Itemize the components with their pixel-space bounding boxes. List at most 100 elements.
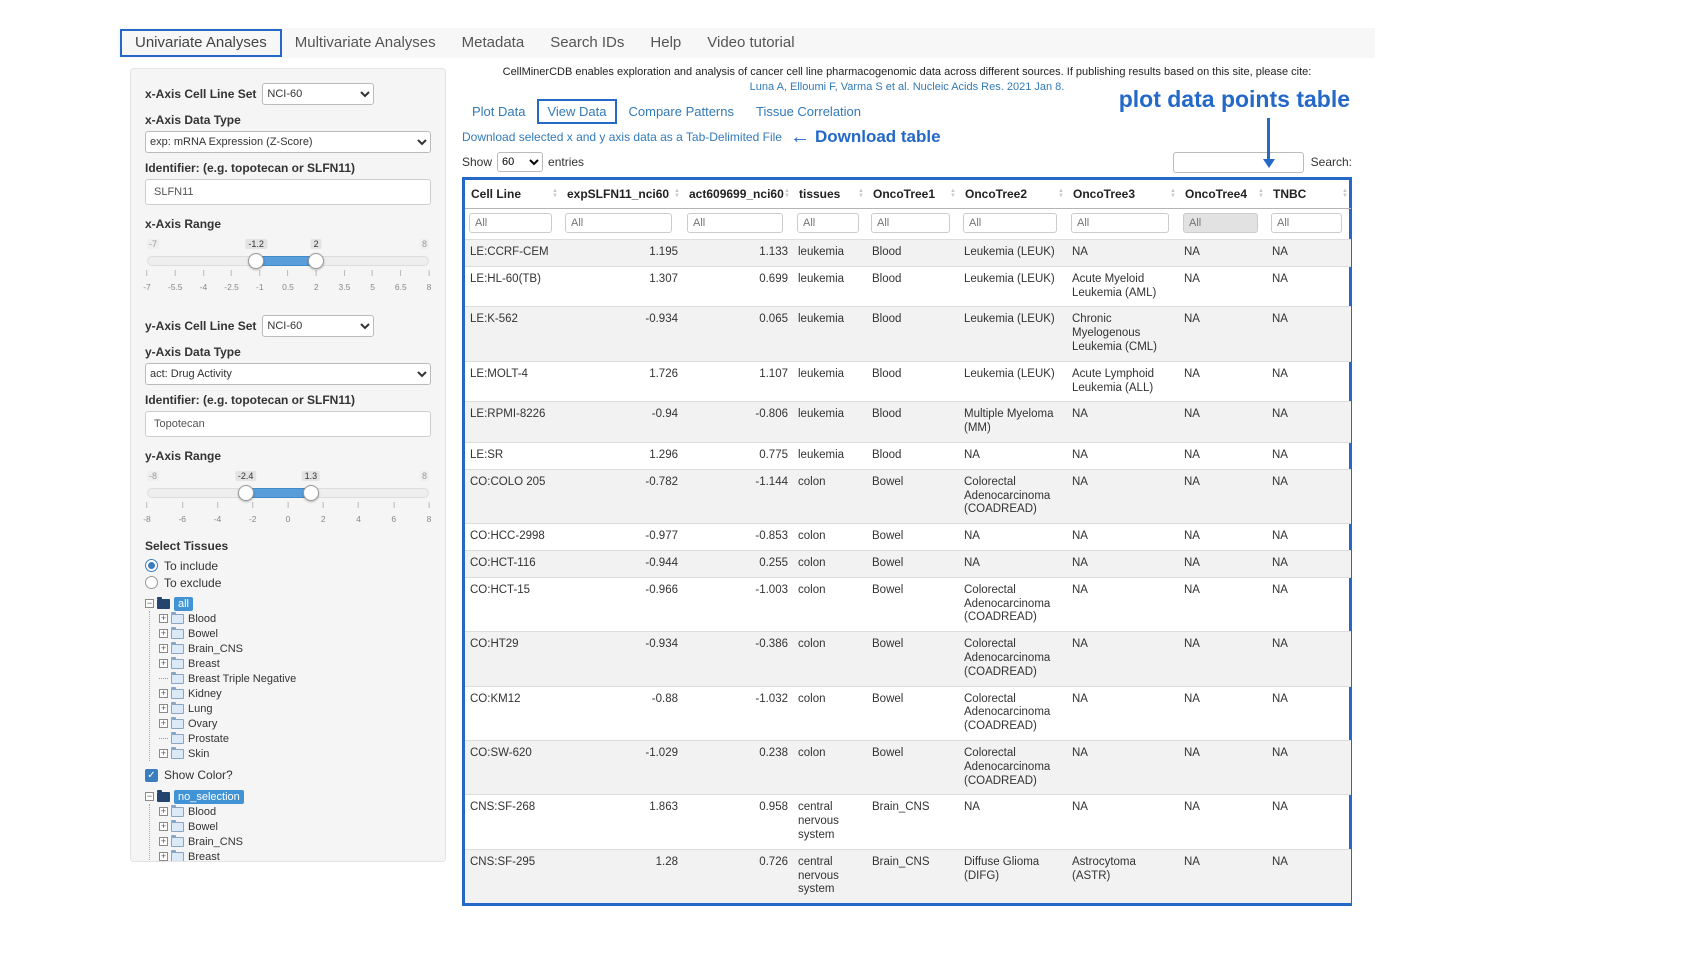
tissue-radio-to-exclude[interactable]: To exclude [145, 574, 431, 591]
x-slider-handle-from[interactable] [248, 253, 264, 269]
show-color-checkbox[interactable] [145, 769, 158, 782]
tree-item-prostate[interactable]: Prostate [159, 731, 431, 746]
column-header-oncotree4[interactable]: OncoTree4▲▼ [1179, 180, 1267, 209]
column-filter-cell-line[interactable] [469, 213, 552, 233]
sort-icon[interactable]: ▲▼ [1170, 189, 1176, 199]
nav-tab-univariate-analyses[interactable]: Univariate Analyses [120, 29, 282, 57]
expand-icon[interactable]: + [159, 822, 168, 831]
x-cell-line-set-select[interactable]: NCI-60 [262, 83, 374, 105]
y-slider-bar[interactable] [246, 488, 311, 498]
column-filter-expslfn11-nci60[interactable] [565, 213, 672, 233]
tree-item-breast-triple-negative[interactable]: Breast Triple Negative [159, 671, 431, 686]
expand-icon[interactable]: + [159, 749, 168, 758]
tab-compare-patterns[interactable]: Compare Patterns [619, 101, 745, 122]
cell: leukemia [793, 240, 867, 267]
expand-icon[interactable]: + [159, 689, 168, 698]
tree-item-brain-cns[interactable]: +Brain_CNS [159, 641, 431, 656]
tab-plot-data[interactable]: Plot Data [462, 101, 535, 122]
expand-icon[interactable]: + [159, 644, 168, 653]
expand-icon[interactable]: + [159, 852, 168, 861]
cell: NA [1067, 524, 1179, 551]
collapse-icon[interactable]: − [145, 792, 154, 801]
tree-item-skin[interactable]: +Skin [159, 746, 431, 761]
cell: Brain_CNS [867, 795, 959, 849]
sort-icon[interactable]: ▲▼ [1258, 189, 1264, 199]
sort-icon[interactable]: ▲▼ [552, 189, 558, 199]
y-data-type-select[interactable]: act: Drug Activity [145, 363, 431, 385]
cell: -0.853 [683, 524, 793, 551]
x-data-type-select[interactable]: exp: mRNA Expression (Z-Score) [145, 131, 431, 153]
tree-item-blood[interactable]: +Blood [159, 804, 431, 819]
cell: leukemia [793, 266, 867, 307]
download-link[interactable]: Download selected x and y axis data as a… [462, 130, 782, 144]
expand-icon[interactable]: + [159, 629, 168, 638]
sort-icon[interactable]: ▲▼ [1058, 189, 1064, 199]
tree-item-blood[interactable]: +Blood [159, 611, 431, 626]
tissue-radio-to-include[interactable]: To include [145, 557, 431, 574]
y-cell-line-set-select[interactable]: NCI-60 [262, 315, 374, 337]
sort-icon[interactable]: ▲▼ [1342, 189, 1348, 199]
expand-icon[interactable]: + [159, 614, 168, 623]
expand-icon[interactable]: + [159, 704, 168, 713]
column-header-label: tissues [799, 187, 840, 201]
tree-item-breast[interactable]: +Breast [159, 656, 431, 671]
cell: LE:HL-60(TB) [465, 266, 561, 307]
tree-item-bowel[interactable]: +Bowel [159, 626, 431, 641]
column-filter-tissues[interactable] [797, 213, 859, 233]
tree-item-ovary[interactable]: +Ovary [159, 716, 431, 731]
search-input[interactable] [1173, 152, 1304, 173]
cell: Bowel [867, 550, 959, 577]
folder-icon [171, 807, 184, 817]
x-range-slider[interactable]: -7 8 -1.2 2 -7-5.5-4-2.5-10.523.556.58 [147, 239, 429, 291]
expand-icon[interactable]: + [159, 807, 168, 816]
expand-icon[interactable]: + [159, 837, 168, 846]
column-header-tnbc[interactable]: TNBC▲▼ [1267, 180, 1351, 209]
x-identifier-input[interactable] [145, 179, 431, 205]
nav-tab-search-ids[interactable]: Search IDs [537, 28, 637, 58]
y-range-slider[interactable]: -8 8 -2.4 1.3 -8-6-4-202468 [147, 471, 429, 523]
sort-icon[interactable]: ▲▼ [858, 189, 864, 199]
collapse-icon[interactable]: − [145, 599, 154, 608]
column-filter-tnbc[interactable] [1271, 213, 1342, 233]
tree-item-breast[interactable]: +Breast [159, 849, 431, 862]
show-color-row[interactable]: Show Color? [145, 766, 431, 784]
expand-icon[interactable]: + [159, 719, 168, 728]
x-slider-bar[interactable] [256, 256, 316, 266]
nav-tab-help[interactable]: Help [637, 28, 694, 58]
cell: NA [1179, 402, 1267, 443]
tree-item-brain-cns[interactable]: +Brain_CNS [159, 834, 431, 849]
sort-icon[interactable]: ▲▼ [674, 189, 680, 199]
y-slider-handle-from[interactable] [238, 485, 254, 501]
cell: LE:RPMI-8226 [465, 402, 561, 443]
column-header-expslfn11-nci60[interactable]: expSLFN11_nci60▲▼ [561, 180, 683, 209]
column-filter-oncotree1[interactable] [871, 213, 950, 233]
nav-tab-metadata[interactable]: Metadata [449, 28, 538, 58]
column-header-oncotree3[interactable]: OncoTree3▲▼ [1067, 180, 1179, 209]
tab-tissue-correlation[interactable]: Tissue Correlation [746, 101, 871, 122]
y-slider-handle-to[interactable] [303, 485, 319, 501]
column-header-oncotree1[interactable]: OncoTree1▲▼ [867, 180, 959, 209]
tree-item-bowel[interactable]: +Bowel [159, 819, 431, 834]
nav-tab-video-tutorial[interactable]: Video tutorial [694, 28, 807, 58]
column-filter-oncotree4[interactable] [1183, 213, 1258, 233]
tree-item-lung[interactable]: +Lung [159, 701, 431, 716]
sort-icon[interactable]: ▲▼ [950, 189, 956, 199]
column-header-tissues[interactable]: tissues ▲▼ [793, 180, 867, 209]
folder-icon [171, 614, 184, 624]
tree-root-row-no-selection[interactable]: −no_selection [145, 789, 431, 804]
column-header-act609699-nci60[interactable]: act609699_nci60▲▼ [683, 180, 793, 209]
column-header-cell-line[interactable]: Cell Line▲▼ [465, 180, 561, 209]
expand-icon[interactable]: + [159, 659, 168, 668]
nav-tab-multivariate-analyses[interactable]: Multivariate Analyses [282, 28, 449, 58]
column-header-oncotree2[interactable]: OncoTree2▲▼ [959, 180, 1067, 209]
column-filter-oncotree2[interactable] [963, 213, 1057, 233]
x-slider-handle-to[interactable] [308, 253, 324, 269]
tab-view-data[interactable]: View Data [537, 99, 616, 124]
y-identifier-input[interactable] [145, 411, 431, 437]
entries-select[interactable]: 60 [497, 152, 543, 172]
tree-item-kidney[interactable]: +Kidney [159, 686, 431, 701]
sort-icon[interactable]: ▲▼ [784, 189, 790, 199]
column-filter-act609699-nci60[interactable] [687, 213, 783, 233]
tree-root-row-all[interactable]: −all [145, 596, 431, 611]
column-filter-oncotree3[interactable] [1071, 213, 1169, 233]
